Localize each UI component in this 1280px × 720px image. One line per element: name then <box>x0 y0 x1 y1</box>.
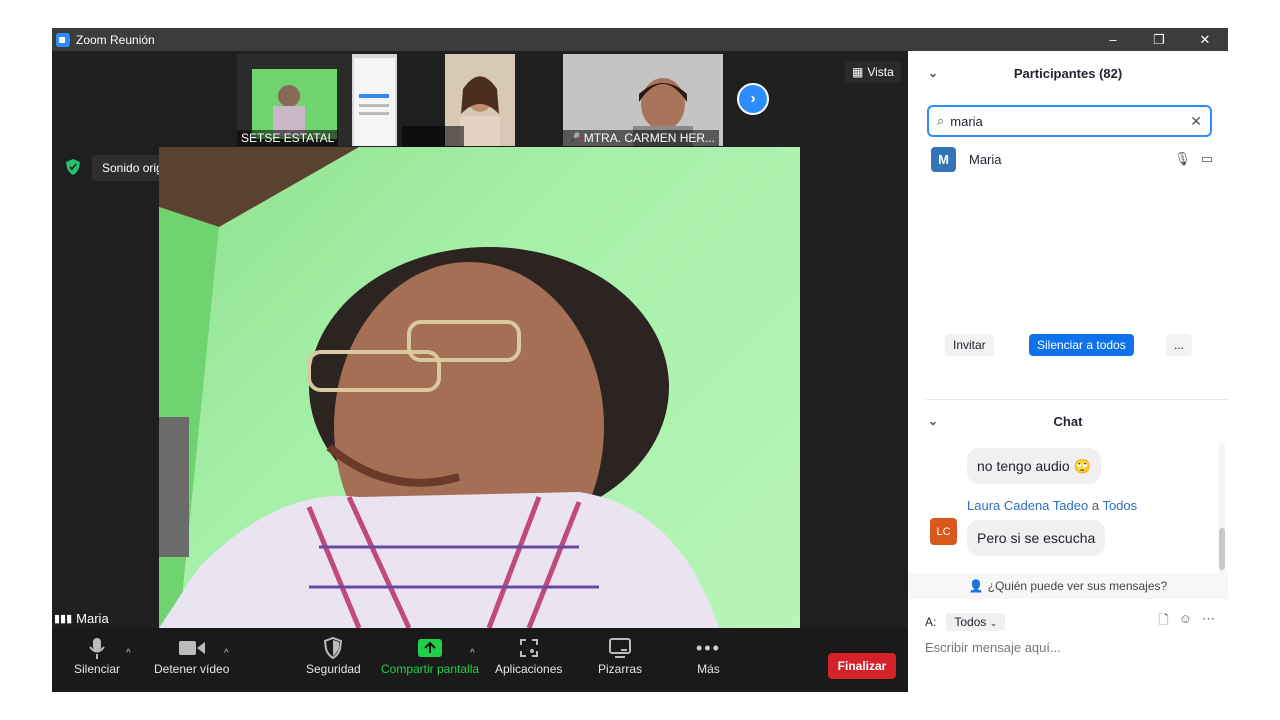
mute-button[interactable]: Silenciar <box>74 634 120 676</box>
more-button[interactable]: ••• Más <box>696 634 721 677</box>
microphone-icon[interactable]: 🎙 <box>1174 151 1191 167</box>
signal-strength-icon: ▮▮▮ <box>54 613 73 625</box>
mic-muted-icon: 🎤̸ <box>567 132 581 145</box>
invite-button[interactable]: Invitar <box>945 334 994 356</box>
avatar: M <box>931 146 956 172</box>
chat-sender: Laura Cadena Tadeo a Todos <box>967 498 1138 513</box>
close-window-button[interactable]: ✕ <box>1182 28 1228 51</box>
side-panel: ⌄ Participantes (82) ⌕ maria ✕ M Maria 🎙… <box>908 51 1228 692</box>
collapse-chat-icon[interactable]: ⌄ <box>928 414 938 428</box>
title-bar: Zoom Reunión – ❐ ✕ <box>52 28 1228 51</box>
recipient-row: A: Todos ⌄ 🗋 ☺ ⋯ <box>925 610 1215 634</box>
person-info-icon: 👤 <box>968 579 984 593</box>
view-button[interactable]: ▦ Vista <box>845 61 901 83</box>
microphone-icon <box>89 634 105 662</box>
who-can-see-messages-link[interactable]: 👤 ¿Quién puede ver sus mensajes? <box>908 573 1228 599</box>
divider <box>926 399 1228 400</box>
ellipsis-icon: ••• <box>696 637 721 658</box>
next-page-button[interactable]: › <box>737 83 769 115</box>
shield-icon <box>324 634 343 662</box>
end-meeting-button[interactable]: Finalizar <box>828 653 896 679</box>
audio-options-caret[interactable]: ^ <box>126 648 131 659</box>
window-title: Zoom Reunión <box>76 32 155 47</box>
restore-button[interactable]: ❐ <box>1136 28 1182 51</box>
grid-icon: ▦ <box>852 65 864 79</box>
shield-check-icon[interactable] <box>66 159 80 175</box>
file-icon[interactable]: 🗋 <box>1158 611 1168 633</box>
clear-search-icon[interactable]: ✕ <box>1190 113 1202 130</box>
share-screen-button[interactable]: Compartir pantalla <box>381 634 479 676</box>
mute-all-button[interactable]: Silenciar a todos <box>1029 334 1134 356</box>
ellipsis-icon[interactable]: ⋯ <box>1202 611 1215 633</box>
apps-button[interactable]: Aplicaciones <box>495 634 562 676</box>
video-options-caret[interactable]: ^ <box>224 648 229 659</box>
chat-scrollbar[interactable] <box>1219 443 1225 573</box>
chevron-down-icon: ⌄ <box>989 618 998 628</box>
chat-message: no tengo audio 🙄 <box>967 448 1101 484</box>
stop-video-button[interactable]: Detener vídeo <box>154 634 229 676</box>
chat-message: Pero si se escucha <box>967 520 1106 556</box>
thumbnail-tile[interactable]: SETSE ESTATAL <box>237 54 397 146</box>
avatar: LC <box>930 518 957 545</box>
emoji-icon[interactable]: ☺ <box>1179 611 1192 633</box>
zoom-window: Zoom Reunión – ❐ ✕ SETSE ESTATAL 🎤̸ MTRA… <box>52 28 1228 692</box>
chat-message-input[interactable]: Escribir mensaje aquí... <box>925 640 1215 660</box>
apps-icon <box>519 634 539 662</box>
active-speaker-video <box>159 147 800 628</box>
security-button[interactable]: Seguridad <box>306 634 361 676</box>
participants-more-button[interactable]: ... <box>1166 334 1193 356</box>
chevron-right-icon: › <box>750 90 756 107</box>
scrollbar-thumb[interactable] <box>1219 528 1225 570</box>
whiteboards-button[interactable]: Pizarras <box>598 634 642 676</box>
speaker-video-frame <box>159 147 719 628</box>
participant-name-label: SETSE ESTATAL <box>237 130 339 146</box>
participant-name-label: 🎤̸ MTRA. CARMEN HER... <box>563 130 720 146</box>
participant-row[interactable]: M Maria 🎙 ▭ <box>931 146 1213 172</box>
thumbnail-tile[interactable]: 🎤̸ MTRA. CARMEN HER... <box>563 54 723 146</box>
active-speaker-label: ▮▮▮ Maria <box>54 611 109 626</box>
collapse-participants-icon[interactable]: ⌄ <box>928 66 938 80</box>
video-camera-icon <box>178 634 205 662</box>
recipient-select[interactable]: Todos ⌄ <box>946 613 1006 631</box>
zoom-app-icon <box>56 32 70 47</box>
whiteboard-icon <box>609 634 631 662</box>
chat-header: ⌄ Chat <box>928 413 1083 429</box>
minimize-button[interactable]: – <box>1090 28 1136 51</box>
meeting-toolbar: Silenciar ^ Detener vídeo ^ Seguridad Co… <box>52 628 908 692</box>
video-camera-icon[interactable]: ▭ <box>1201 151 1213 167</box>
share-screen-icon <box>418 634 443 662</box>
participants-header: ⌄ Participantes (82) <box>928 65 1123 81</box>
search-icon: ⌕ <box>937 113 945 128</box>
participant-search-input[interactable]: ⌕ maria ✕ <box>927 105 1212 137</box>
video-stage: SETSE ESTATAL 🎤̸ iPhone � <box>52 51 908 628</box>
share-options-caret[interactable]: ^ <box>470 648 475 659</box>
